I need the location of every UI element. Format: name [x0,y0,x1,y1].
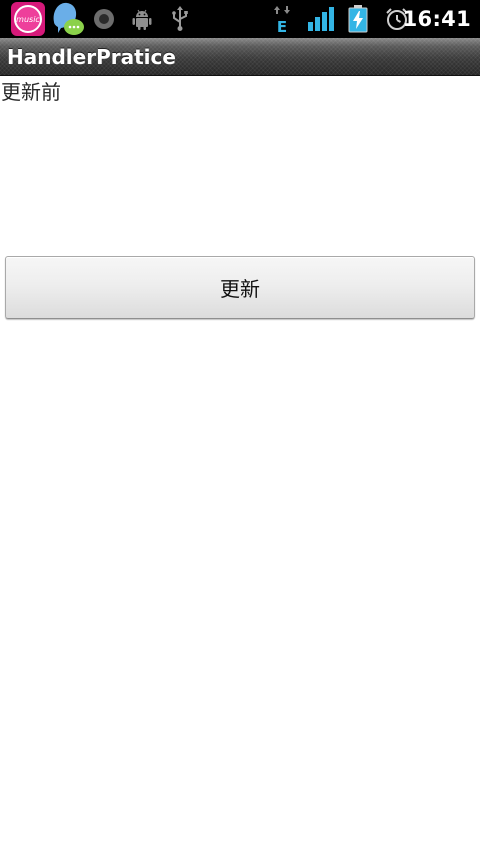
android-debug-icon [128,0,156,38]
music-app-label: music [16,15,40,24]
signal-strength-icon [306,0,336,38]
battery-charging-icon [346,0,370,38]
mobile-data-icon: E [271,0,293,38]
status-bar-clock: 16:41 [402,7,471,31]
app-title: HandlerPratice [7,45,176,69]
status-text: 更新前 [1,80,61,104]
status-bar: music E 16:41 [0,0,480,38]
usb-icon [167,0,193,38]
app-title-bar: HandlerPratice [0,38,480,76]
update-button[interactable]: 更新 [5,256,475,319]
network-type-label: E [277,18,287,34]
chat-bubble-icon [48,0,86,38]
record-icon [90,0,118,38]
music-app-icon: music [9,0,47,38]
